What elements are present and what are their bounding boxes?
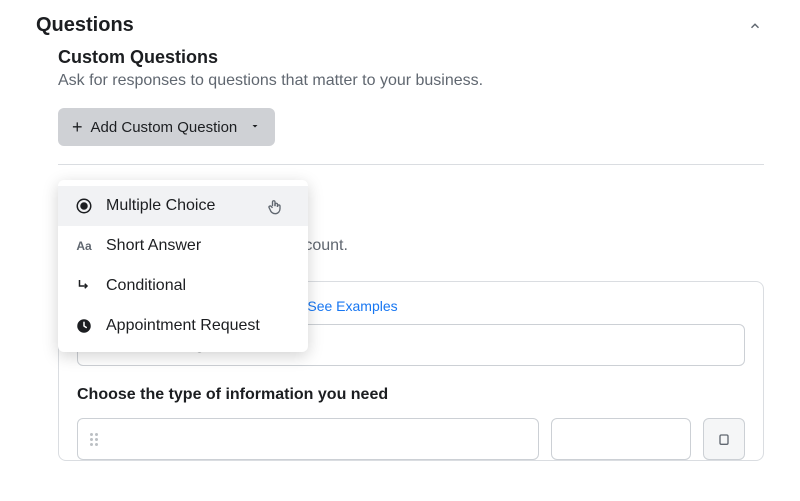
drag-handle-icon [90, 433, 98, 446]
menu-item-label: Conditional [106, 277, 186, 295]
custom-questions-description: Ask for responses to questions that matt… [58, 72, 764, 90]
see-examples-link[interactable]: See Examples [307, 298, 397, 314]
radio-selected-icon [74, 196, 94, 216]
menu-item-label: Short Answer [106, 237, 201, 255]
plus-icon: + [72, 118, 83, 136]
conditional-arrow-icon [74, 276, 94, 296]
add-custom-question-label: Add Custom Question [91, 119, 238, 136]
text-aa-icon: Aa [74, 236, 94, 256]
info-type-field[interactable] [77, 418, 539, 460]
add-custom-question-button[interactable]: + Add Custom Question [58, 108, 275, 146]
chevron-up-icon[interactable] [746, 17, 764, 35]
menu-item-conditional[interactable]: Conditional [58, 266, 308, 306]
custom-questions-title: Custom Questions [58, 47, 764, 68]
menu-item-label: Appointment Request [106, 317, 260, 335]
menu-item-label: Multiple Choice [106, 197, 215, 215]
menu-item-short-answer[interactable]: Aa Short Answer [58, 226, 308, 266]
caret-down-icon [249, 119, 261, 136]
secondary-action-button[interactable] [551, 418, 691, 460]
remove-item-button[interactable] [703, 418, 745, 460]
section-title-questions: Questions [36, 14, 134, 37]
divider [58, 164, 764, 165]
pointer-cursor-icon [265, 196, 285, 223]
menu-item-appointment-request[interactable]: Appointment Request [58, 306, 308, 346]
clock-icon [74, 316, 94, 336]
choose-info-type-label: Choose the type of information you need [77, 386, 745, 404]
